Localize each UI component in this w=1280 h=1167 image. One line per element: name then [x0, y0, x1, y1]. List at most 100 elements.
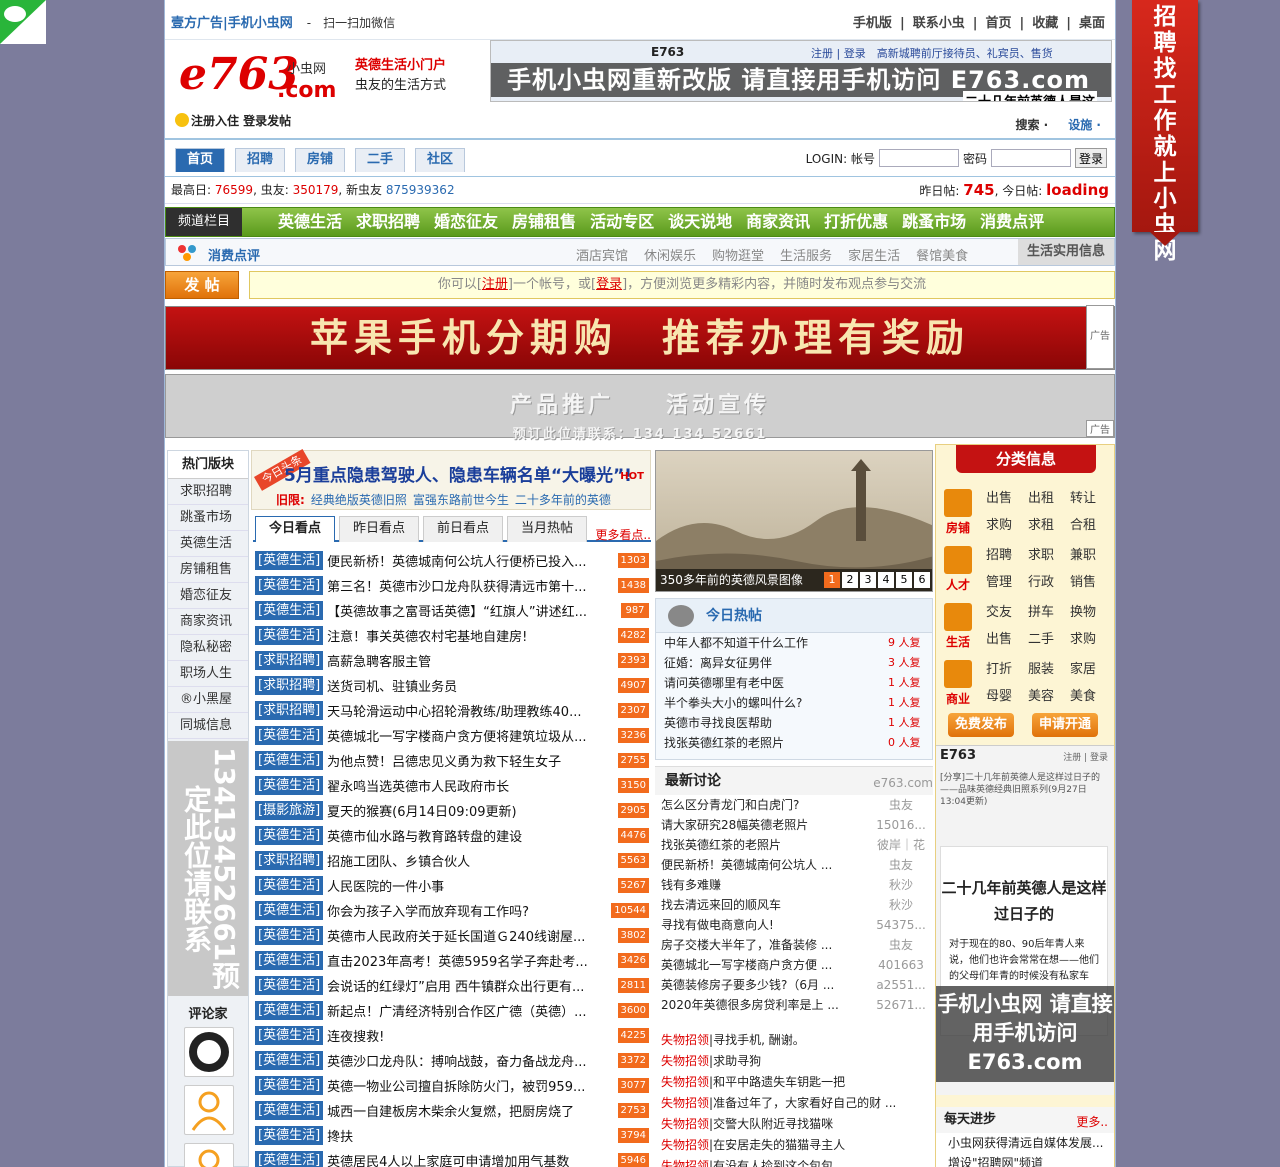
- lost-row[interactable]: 失物招领|准备过年了，大家看好自己的财 ...: [655, 1093, 933, 1114]
- news-title[interactable]: 搀扶: [327, 1126, 611, 1145]
- news-category[interactable]: [英德生活]: [255, 1126, 324, 1145]
- lost-row[interactable]: 失物招领|在安居走失的猫猫寻主人: [655, 1135, 933, 1156]
- news-title[interactable]: 招施工团队、乡镇合伙人: [327, 851, 611, 870]
- channel-item[interactable]: 房铺租售: [512, 212, 576, 231]
- news-row[interactable]: [英德生活] 英德市人民政府关于延长国道Ｇ240线谢屋... 3802: [255, 923, 649, 948]
- tab-daybefore[interactable]: 前日看点: [423, 516, 503, 542]
- nav-tab-community[interactable]: 社区: [415, 148, 465, 172]
- news-category[interactable]: [英德生活]: [255, 1026, 324, 1045]
- category-name[interactable]: 商业: [942, 690, 974, 707]
- lost-row[interactable]: 失物招领|交警大队附近寻找猫咪: [655, 1114, 933, 1135]
- channel-item[interactable]: 婚恋征友: [434, 212, 498, 231]
- news-category[interactable]: [英德生活]: [255, 1076, 324, 1095]
- password-input[interactable]: [990, 149, 1071, 167]
- disc-row[interactable]: 2020年英德很多房贷利率是上 ... 52671...: [655, 995, 933, 1015]
- category-link[interactable]: 行政: [1028, 571, 1070, 590]
- news-row[interactable]: [英德生活] 英德一物业公司擅自拆除防火门，被罚959... 3077: [255, 1073, 649, 1098]
- category-link[interactable]: 美食: [1070, 685, 1112, 704]
- news-category[interactable]: [求职招聘]: [255, 701, 324, 720]
- lost-category[interactable]: 失物招领: [661, 1054, 709, 1068]
- news-row[interactable]: [求职招聘] 天马轮滑运动中心招轮滑教练/助理教练40... 2307: [255, 698, 649, 723]
- news-category[interactable]: [英德生活]: [255, 776, 324, 795]
- sidebar-item[interactable]: 房铺租售: [168, 557, 248, 583]
- disc-title[interactable]: 2020年英德很多房贷利率是上 ...: [661, 995, 869, 1015]
- news-row[interactable]: [英德生活] 英德沙口龙舟队：搏响战鼓，奋力备战龙舟... 3372: [255, 1048, 649, 1073]
- lost-title[interactable]: 在安居走失的猫猫寻主人: [713, 1138, 845, 1152]
- header-ad[interactable]: E763 注册 | 登录 高新城聘前厅接待员、礼宾员、售货 手机小虫网重新改版 …: [490, 40, 1112, 102]
- news-category[interactable]: [英德生活]: [255, 1051, 324, 1070]
- news-category[interactable]: [英德生活]: [255, 901, 324, 920]
- disc-title[interactable]: 寻找有做电商意向人!: [661, 915, 869, 935]
- sidebar-vertical-ad[interactable]: 13413452661预定此位请联系: [168, 741, 248, 996]
- nav-tab-secondhand[interactable]: 二手: [355, 148, 405, 172]
- news-row[interactable]: [英德生活] 【英德故事之富哥话英德】“红旗人”讲述红... 987: [255, 598, 649, 623]
- news-row[interactable]: [英德生活] 英德市仙水路与教育路转盘的建设 4476: [255, 823, 649, 848]
- news-row[interactable]: [求职招聘] 招施工团队、乡镇合伙人 5563: [255, 848, 649, 873]
- photo-page[interactable]: 6: [914, 572, 930, 588]
- news-category[interactable]: [摄影旅游]: [255, 801, 324, 820]
- sidebar-item[interactable]: 隐私秘密: [168, 635, 248, 661]
- note-register-link[interactable]: 注册: [482, 277, 508, 292]
- account-input[interactable]: [878, 149, 959, 167]
- category-link[interactable]: 管理: [986, 571, 1028, 590]
- news-row[interactable]: [英德生活] 会说话的红绿灯”启用 西牛镇群众出行更有... 2811: [255, 973, 649, 998]
- news-row[interactable]: [英德生活] 第三名！英德市沙口龙舟队获得清远市第十... 1438: [255, 573, 649, 598]
- news-row[interactable]: [英德生活] 便民新桥！英德城南何公坑人行便桥已投入... 1303: [255, 548, 649, 573]
- disc-title[interactable]: 钱有多难赚: [661, 875, 869, 895]
- lost-row[interactable]: 失物招领|有没有人捡到这个包包: [655, 1156, 933, 1167]
- news-title[interactable]: 城西一自建板房木柴余火复燃，把厨房烧了: [327, 1101, 611, 1120]
- news-category[interactable]: [英德生活]: [255, 926, 324, 945]
- category-link[interactable]: 求购: [986, 514, 1028, 533]
- news-row[interactable]: [求职招聘] 送货司机、驻镇业务员 4907: [255, 673, 649, 698]
- disc-title[interactable]: 找去清远来回的顺风车: [661, 895, 869, 915]
- reviewer-avatar[interactable]: [184, 1085, 234, 1135]
- nav-tab-house[interactable]: 房铺: [295, 148, 345, 172]
- lost-title[interactable]: 有没有人捡到这个包包: [713, 1159, 833, 1167]
- sub-item[interactable]: 生活服务: [780, 249, 832, 264]
- disc-row[interactable]: 找张英德红茶的老照片 彼岸｜花: [655, 835, 933, 855]
- top-link-fav[interactable]: 收藏: [1032, 16, 1058, 31]
- note-login-link[interactable]: 登录: [596, 277, 622, 292]
- lost-category[interactable]: 失物招领: [661, 1138, 709, 1152]
- lost-category[interactable]: 失物招领: [661, 1033, 709, 1047]
- news-category[interactable]: [英德生活]: [255, 576, 324, 595]
- news-title[interactable]: 你会为孩子入学而放弃现有工作吗?: [327, 901, 605, 920]
- category-link[interactable]: 求职: [1028, 544, 1070, 563]
- right-promo[interactable]: E763 注册 | 登录 [分享]二十几年前英德人是这样过日子的——品味英德经典…: [936, 745, 1114, 1095]
- category-name[interactable]: 房铺: [942, 519, 974, 536]
- news-row[interactable]: [英德生活] 英德城北一写字楼商户贪方便将建筑垃圾从... 3236: [255, 723, 649, 748]
- news-category[interactable]: [求职招聘]: [255, 851, 324, 870]
- login-button[interactable]: 登录: [1074, 148, 1107, 168]
- sidebar-item[interactable]: 跳蚤市场: [168, 505, 248, 531]
- news-row[interactable]: [英德生活] 城西一自建板房木柴余火复燃，把厨房烧了 2753: [255, 1098, 649, 1123]
- post-button[interactable]: 发 帖: [165, 271, 239, 299]
- category-link[interactable]: 合租: [1070, 514, 1112, 533]
- news-title[interactable]: 连夜搜救!: [327, 1026, 611, 1045]
- news-row[interactable]: [英德生活] 新起点！广清经济特别合作区广德（英德）... 3600: [255, 998, 649, 1023]
- news-title[interactable]: 送货司机、驻镇业务员: [327, 676, 611, 695]
- reviewer-avatar[interactable]: [184, 1143, 234, 1167]
- channel-item[interactable]: 消费点评: [980, 212, 1044, 231]
- life-info-tab[interactable]: 生活实用信息: [1018, 239, 1114, 265]
- lost-category[interactable]: 失物招领: [661, 1159, 709, 1167]
- news-title[interactable]: 英德居民4人以上家庭可申请增加用气基数: [327, 1151, 611, 1167]
- headline-title[interactable]: 5月重点隐患驾驶人、隐患车辆名单“大曝光”!: [284, 461, 632, 486]
- hot-title[interactable]: 中年人都不知道干什么工作: [664, 633, 888, 653]
- photo-page[interactable]: 2: [842, 572, 858, 588]
- disc-title[interactable]: 便民新桥！英德城南何公坑人 ...: [661, 855, 869, 875]
- more-news-link[interactable]: 更多看点..: [595, 526, 651, 543]
- disc-row[interactable]: 英德装修房子要多少钱?（6月 ... a2551...: [655, 975, 933, 995]
- lost-title[interactable]: 和平中路遗失车钥匙一把: [713, 1075, 845, 1089]
- site-logo[interactable]: e763 小虫网 .com: [179, 50, 339, 104]
- lost-title[interactable]: 求助寻狗: [713, 1054, 761, 1068]
- hot-row[interactable]: 中年人都不知道干什么工作 9 人复: [656, 633, 932, 653]
- side-recruit-banner[interactable]: 招聘找工作就上小虫网: [1132, 0, 1198, 264]
- news-title[interactable]: 夏天的猴赛(6月14日09:09更新): [327, 801, 611, 820]
- category-link[interactable]: 母婴: [986, 685, 1028, 704]
- news-title[interactable]: 第三名！英德市沙口龙舟队获得清远市第十...: [327, 576, 611, 595]
- channel-item[interactable]: 活动专区: [590, 212, 654, 231]
- tab-today[interactable]: 今日看点: [255, 516, 335, 542]
- news-title[interactable]: 便民新桥！英德城南何公坑人行便桥已投入...: [327, 551, 611, 570]
- top-link-contact[interactable]: 联系小虫: [913, 16, 965, 31]
- news-title[interactable]: 翟永鸣当选英德市人民政府市长: [327, 776, 611, 795]
